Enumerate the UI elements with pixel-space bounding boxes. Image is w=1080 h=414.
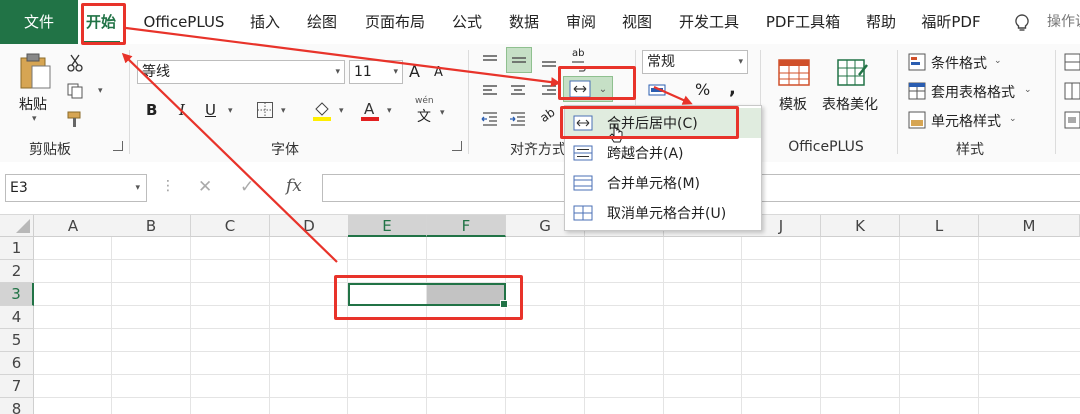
arrow-to-merge-button xyxy=(125,26,561,88)
arrow-to-home-tab xyxy=(121,52,338,263)
arrow-to-merge-center-item xyxy=(653,85,693,105)
annotation-arrows xyxy=(121,26,693,263)
